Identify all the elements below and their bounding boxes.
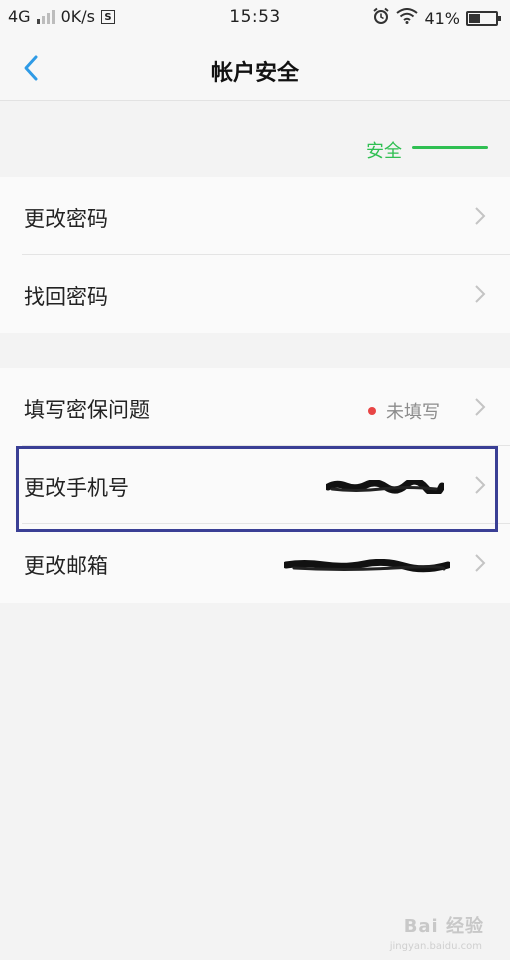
- page-title: 帐户安全: [210, 61, 299, 86]
- status-bar: 4G 0K/s S 15:53 41%: [0, 0, 510, 36]
- recover-password-label: 找回密码: [24, 285, 108, 309]
- security-level: 安全: [0, 101, 510, 177]
- battery-icon: [466, 10, 501, 26]
- chevron-right-icon: [474, 475, 486, 495]
- account-binding-group: 填写密保问题 未填写 更改手机号 更改邮箱: [0, 368, 510, 603]
- security-question-status: 未填写: [368, 398, 440, 424]
- watermark-logo: Bai 经验: [403, 916, 484, 937]
- nav-bar: 帐户安全: [0, 36, 510, 101]
- security-level-label: 安全: [366, 141, 402, 162]
- alarm-icon: [372, 7, 390, 29]
- change-email-label: 更改邮箱: [24, 554, 108, 578]
- chevron-right-icon: [474, 284, 486, 304]
- security-question-item[interactable]: 填写密保问题 未填写: [0, 368, 510, 446]
- security-level-bar: [412, 146, 488, 149]
- battery-level: [469, 13, 480, 23]
- change-email-item[interactable]: 更改邮箱: [0, 524, 510, 602]
- chevron-right-icon: [474, 397, 486, 417]
- chevron-right-icon: [474, 206, 486, 226]
- chevron-right-icon: [474, 553, 486, 573]
- redacted-email: [282, 558, 452, 573]
- watermark-url: jingyan.baidu.com: [389, 941, 482, 952]
- security-question-status-text: 未填写: [386, 402, 440, 423]
- change-phone-item[interactable]: 更改手机号: [0, 446, 510, 524]
- password-group: 更改密码 找回密码: [0, 177, 510, 333]
- change-password-label: 更改密码: [24, 207, 108, 231]
- redacted-phone-number: [324, 477, 446, 497]
- security-question-label: 填写密保问题: [24, 398, 150, 422]
- change-password-item[interactable]: 更改密码: [0, 177, 510, 255]
- status-right: 41%: [372, 7, 502, 29]
- recover-password-item[interactable]: 找回密码: [0, 255, 510, 333]
- wifi-icon: [396, 8, 419, 28]
- battery-percent: 41%: [424, 8, 460, 28]
- status-dot-icon: [368, 407, 376, 415]
- change-phone-label: 更改手机号: [24, 476, 129, 500]
